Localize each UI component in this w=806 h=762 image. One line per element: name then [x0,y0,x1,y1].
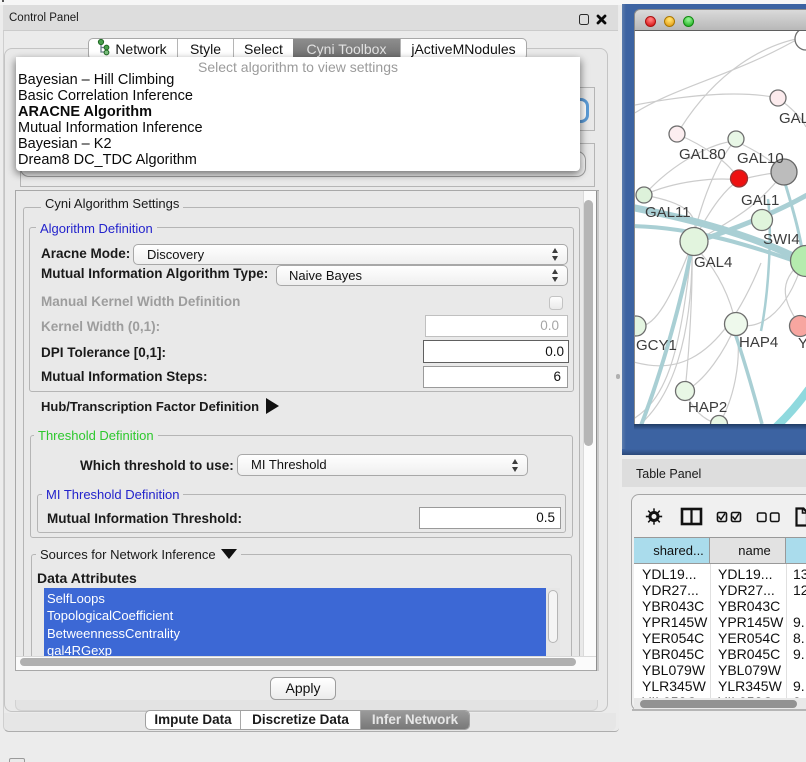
svg-text:HAP4: HAP4 [739,334,778,351]
svg-text:GAL1: GAL1 [741,192,779,209]
svg-text:HAP2: HAP2 [688,399,727,416]
svg-text:GAL80: GAL80 [679,146,726,163]
svg-text:GAL10: GAL10 [737,150,784,167]
svg-text:GAL: GAL [779,110,806,127]
svg-text:GCY1: GCY1 [636,337,677,354]
svg-text:Y: Y [798,335,806,352]
svg-text:GAL11: GAL11 [645,204,691,221]
svg-text:GAL4: GAL4 [694,254,732,271]
svg-text:SWI4: SWI4 [763,231,800,248]
